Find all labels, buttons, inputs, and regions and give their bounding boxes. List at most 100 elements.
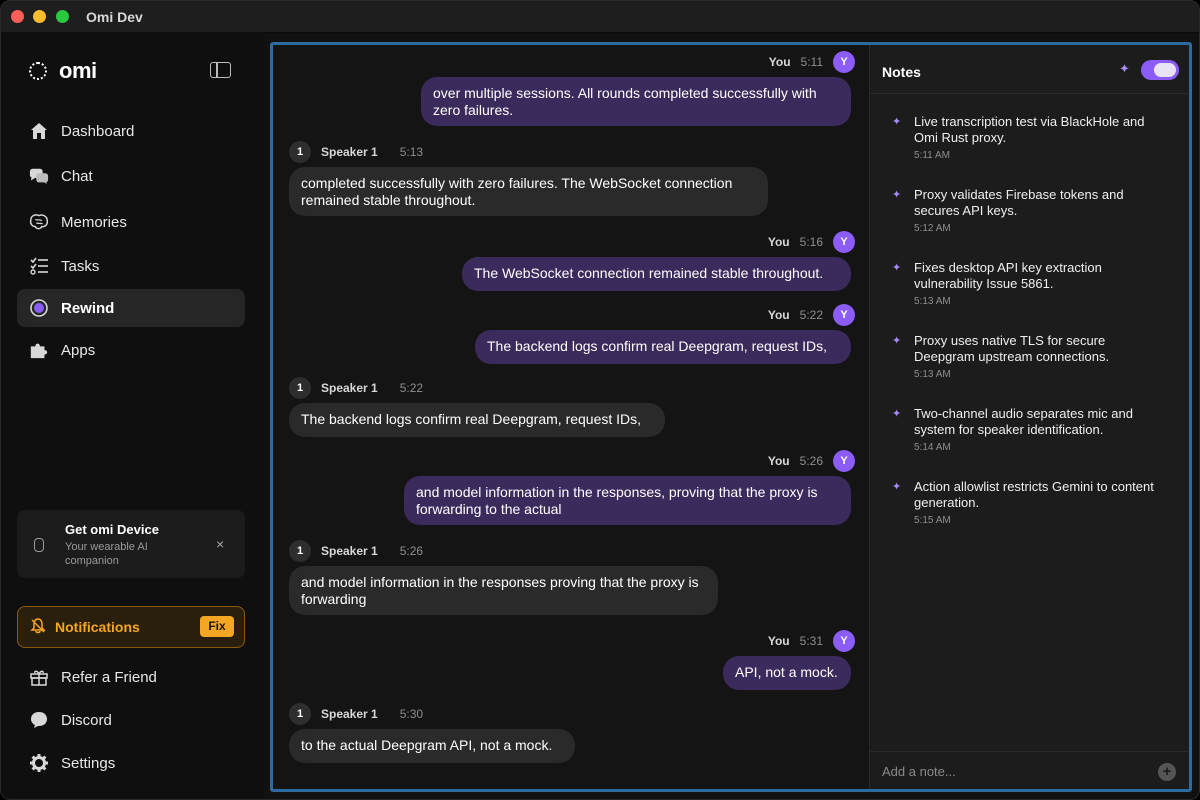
omi-device-icon — [34, 538, 44, 552]
message-bubble: The WebSocket connection remained stable… — [462, 257, 851, 291]
brain-icon — [29, 212, 49, 232]
app-logo: omi — [29, 58, 97, 84]
note-text: Action allowlist restricts Gemini to con… — [914, 479, 1154, 510]
sparkle-icon: ✦ — [892, 262, 902, 274]
sparkle-icon: ✦ — [892, 335, 902, 347]
logo-text: omi — [59, 58, 97, 83]
sidebar-item-memories[interactable]: Memories — [17, 203, 245, 241]
message-time: 5:31 — [799, 634, 823, 648]
sidebar-item-label: Discord — [61, 711, 112, 729]
note-text: Two-channel audio separates mic and syst… — [914, 406, 1133, 437]
tasks-icon — [29, 256, 49, 276]
message-time: 5:22 — [799, 308, 823, 322]
message-time: 5:26 — [399, 544, 424, 558]
notifications-label: Notifications — [55, 619, 140, 635]
bell-off-icon — [30, 618, 46, 638]
sidebar-item-label: Refer a Friend — [61, 668, 157, 686]
sidebar-item-tasks[interactable]: Tasks — [17, 247, 245, 285]
note-time: 5:14 AM — [914, 442, 951, 453]
close-window-button[interactable] — [11, 10, 24, 23]
speaker-name: Speaker 1 — [321, 381, 378, 395]
avatar: Y — [833, 304, 855, 326]
speaker-name: You — [767, 454, 790, 468]
sidebar-item-refer-a-friend[interactable]: Refer a Friend — [17, 658, 245, 696]
note-text: Proxy validates Firebase tokens and secu… — [914, 187, 1124, 218]
sparkle-icon: ✦ — [892, 408, 902, 420]
gift-icon — [29, 667, 49, 687]
avatar: 1 — [289, 703, 311, 725]
sidebar-item-chat[interactable]: Chat — [17, 157, 245, 195]
message-meta: 1 Speaker 1 5:22 — [289, 377, 423, 399]
message-meta: You 5:31 Y — [768, 630, 855, 652]
avatar: 1 — [289, 540, 311, 562]
sparkle-icon: ✦ — [892, 189, 902, 201]
logo-icon — [29, 62, 47, 80]
sparkle-icon: ✦ — [892, 481, 902, 493]
sidebar: omi Dashboard Chat Memories Tasks Rewind… — [1, 34, 263, 799]
note-time: 5:13 AM — [914, 369, 951, 380]
sidebar-item-label: Chat — [61, 167, 93, 185]
avatar: Y — [833, 630, 855, 652]
message-meta: You 5:11 Y — [769, 51, 855, 73]
sidebar-item-dashboard[interactable]: Dashboard — [17, 112, 245, 150]
message-time: 5:30 — [399, 707, 424, 721]
message-time: 5:13 — [399, 145, 424, 159]
message-meta: You 5:26 Y — [768, 450, 855, 472]
message-meta: 1 Speaker 1 5:13 — [289, 141, 423, 163]
message-meta: You 5:22 Y — [768, 304, 855, 326]
chat-icon — [29, 166, 49, 186]
sidebar-item-settings[interactable]: Settings — [17, 744, 245, 782]
title-bar: Omi Dev — [1, 1, 1199, 33]
message-meta: 1 Speaker 1 5:30 — [289, 703, 423, 725]
sidebar-item-rewind[interactable]: Rewind — [17, 289, 245, 327]
message-bubble: to the actual Deepgram API, not a mock. — [289, 729, 575, 763]
sidebar-item-label: Apps — [61, 341, 96, 359]
discord-icon — [29, 710, 49, 730]
note-time: 5:11 AM — [914, 150, 950, 161]
minimize-window-button[interactable] — [33, 10, 46, 23]
puzzle-icon — [29, 340, 49, 360]
device-promo-card[interactable]: Get omi Device Your wearable AI companio… — [17, 510, 245, 578]
note-composer: Add a note... + — [870, 751, 1189, 789]
avatar: 1 — [289, 377, 311, 399]
divider — [870, 93, 1189, 94]
speaker-name: Speaker 1 — [321, 707, 378, 721]
close-icon[interactable]: × — [216, 536, 224, 552]
sidebar-item-discord[interactable]: Discord — [17, 701, 245, 739]
sparkle-icon: ✦ — [892, 116, 902, 128]
gear-icon — [29, 753, 49, 773]
sidebar-item-label: Rewind — [61, 299, 115, 317]
speaker-name: You — [767, 634, 790, 648]
message-meta: You 5:16 Y — [768, 231, 855, 253]
message-meta: 1 Speaker 1 5:26 — [289, 540, 423, 562]
message-time: 5:26 — [799, 454, 823, 468]
add-note-input[interactable]: Add a note... — [882, 764, 956, 779]
add-note-button[interactable]: + — [1158, 763, 1176, 781]
sparkle-icon[interactable]: ✦ — [1119, 61, 1130, 77]
note-text: Fixes desktop API key extraction vulnera… — [914, 260, 1102, 291]
sidebar-item-label: Tasks — [61, 257, 100, 275]
message-time: 5:11 — [800, 55, 823, 69]
device-card-title: Get omi Device — [65, 522, 159, 537]
speaker-name: You — [767, 308, 790, 322]
note-time: 5:13 AM — [914, 296, 951, 307]
fix-button[interactable]: Fix — [200, 616, 234, 637]
notes-auto-toggle[interactable] — [1141, 60, 1179, 80]
rewind-icon — [29, 298, 49, 318]
window-title: Omi Dev — [86, 9, 143, 25]
sidebar-item-label: Settings — [61, 754, 116, 772]
notes-title: Notes — [882, 64, 921, 80]
message-time: 5:22 — [399, 381, 424, 395]
transcript-list[interactable]: You 5:11 Y over multiple sessions. All r… — [273, 45, 869, 789]
avatar: Y — [833, 51, 855, 73]
speaker-name: You — [768, 55, 791, 69]
sidebar-item-apps[interactable]: Apps — [17, 331, 245, 369]
zoom-window-button[interactable] — [56, 10, 69, 23]
sidebar-toggle-icon[interactable] — [210, 62, 231, 78]
sidebar-item-label: Memories — [61, 213, 127, 231]
note-text: Proxy uses native TLS for secure Deepgra… — [914, 333, 1110, 364]
message-bubble: The backend logs confirm real Deepgram, … — [289, 403, 665, 437]
message-bubble: The backend logs confirm real Deepgram, … — [475, 330, 851, 364]
app-window: Omi Dev omi Dashboard Chat Memories Task… — [0, 0, 1200, 800]
notifications-button[interactable]: Notifications Fix — [17, 606, 245, 648]
